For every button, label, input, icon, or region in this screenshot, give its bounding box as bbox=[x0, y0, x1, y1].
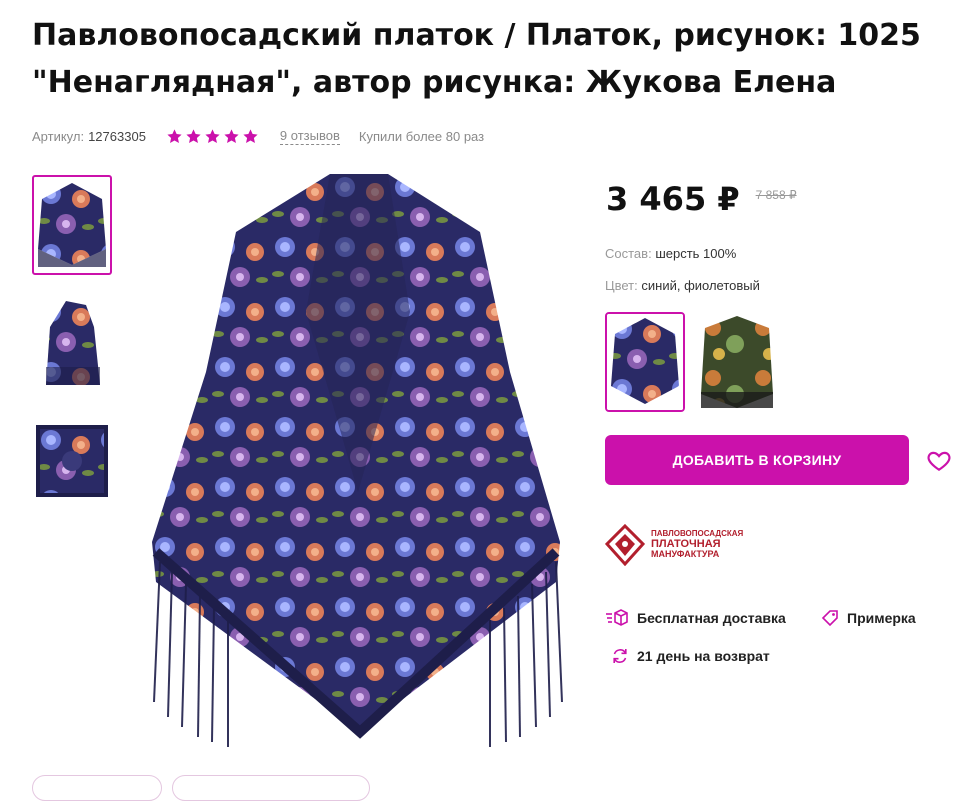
thumbnail-side[interactable] bbox=[32, 293, 112, 393]
return-icon bbox=[613, 649, 627, 663]
main-product-image[interactable] bbox=[150, 172, 566, 752]
delivery-icon bbox=[606, 609, 628, 626]
feature-fitting[interactable]: Примерка bbox=[821, 609, 916, 627]
thumbnail-flat[interactable] bbox=[32, 411, 112, 511]
bought-count: Купили более 80 раз bbox=[358, 128, 485, 144]
brand-line-3: МАНУФАКТУРА bbox=[651, 549, 720, 560]
color-options bbox=[605, 312, 777, 412]
brand-logo-link[interactable]: ПАВЛОВОПОСАДСКАЯ ПЛАТОЧНАЯ МАНУФАКТУРА bbox=[605, 524, 743, 566]
color-option-green[interactable] bbox=[697, 312, 777, 412]
star-icon bbox=[224, 128, 239, 143]
thumbnail-list bbox=[32, 175, 112, 529]
product-meta: Артикул: 12763305 9 отзывов Купили более… bbox=[32, 126, 484, 146]
price-block: 3 465 ₽ 7 858 ₽ bbox=[606, 180, 797, 218]
star-icon bbox=[167, 128, 182, 143]
composition-label: Состав: bbox=[605, 246, 652, 261]
shawl-main-image bbox=[152, 174, 563, 747]
brand-name: ПАВЛОВОПОСАДСКАЯ ПЛАТОЧНАЯ МАНУФАКТУРА bbox=[651, 529, 743, 560]
color-label: Цвет: bbox=[605, 278, 638, 293]
shawl-side-image bbox=[46, 301, 100, 385]
product-title: Павловопосадский платок / Платок, рисуно… bbox=[32, 18, 921, 100]
tag-icon bbox=[821, 610, 838, 627]
thumbnail-front[interactable] bbox=[32, 175, 112, 275]
feature-return[interactable]: 21 день на возврат bbox=[611, 647, 770, 665]
current-price: 3 465 ₽ bbox=[606, 180, 740, 218]
bottom-tab-pill-1[interactable] bbox=[32, 775, 162, 801]
color-option-blue[interactable] bbox=[605, 312, 685, 412]
brand-logo-icon bbox=[605, 524, 645, 566]
color-green-image bbox=[699, 314, 775, 410]
article-label: Артикул: bbox=[32, 128, 85, 144]
star-icon bbox=[186, 128, 201, 143]
composition-value: шерсть 100% bbox=[655, 246, 737, 261]
composition: Состав: шерсть 100% bbox=[605, 246, 736, 261]
shawl-thumbnail-image bbox=[38, 183, 106, 267]
star-icon bbox=[205, 128, 220, 143]
color-blue-image bbox=[607, 314, 683, 410]
shawl-flat-image bbox=[36, 425, 108, 497]
color-value: синий, фиолетовый bbox=[641, 278, 760, 293]
heart-icon[interactable] bbox=[926, 448, 952, 474]
add-to-cart-button[interactable]: ДОБАВИТЬ В КОРЗИНУ bbox=[605, 435, 909, 485]
delivery-label: Бесплатная доставка bbox=[637, 610, 786, 626]
article-value: 12763305 bbox=[88, 128, 146, 144]
bottom-tab-pill-2[interactable] bbox=[172, 775, 370, 801]
old-price: 7 858 ₽ bbox=[755, 188, 797, 202]
reviews-link[interactable]: 9 отзывов bbox=[279, 128, 340, 145]
star-icon bbox=[243, 128, 258, 143]
feature-delivery[interactable]: Бесплатная доставка bbox=[605, 609, 786, 627]
color-prop: Цвет: синий, фиолетовый bbox=[605, 278, 760, 293]
fitting-label: Примерка bbox=[847, 610, 916, 626]
rating-stars bbox=[166, 128, 259, 145]
return-label: 21 день на возврат bbox=[637, 648, 770, 664]
